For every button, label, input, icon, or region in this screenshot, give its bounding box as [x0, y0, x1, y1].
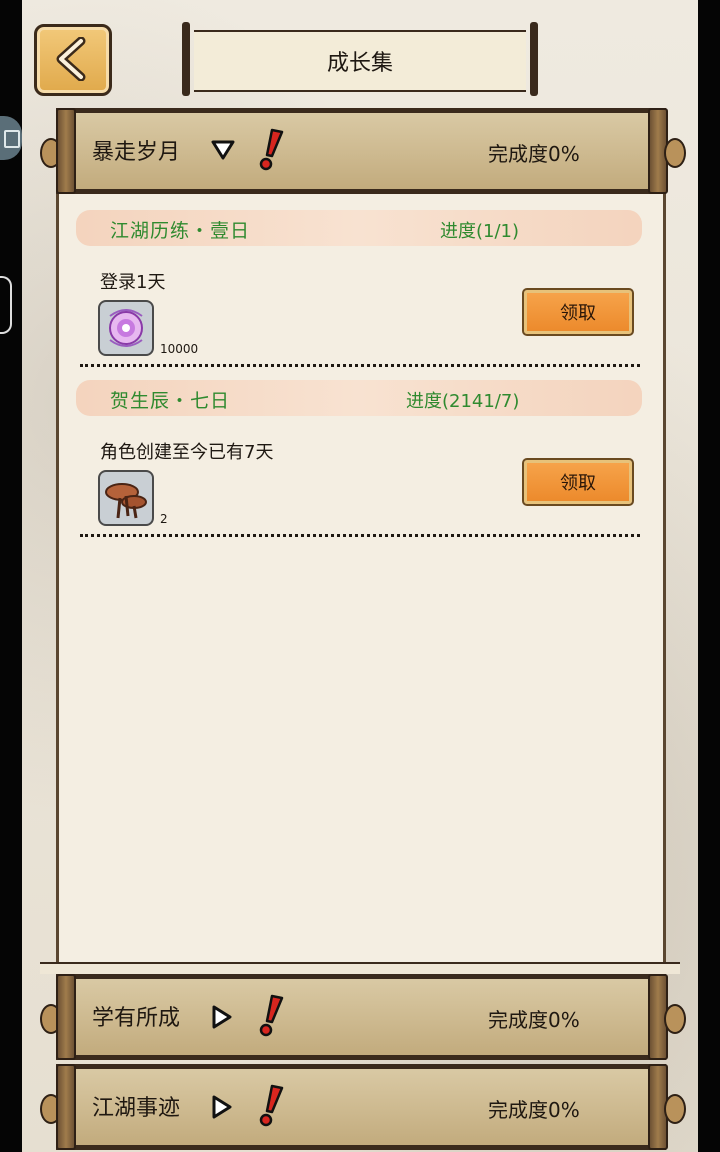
task-progress: 进度(1/1): [440, 221, 520, 242]
scroll-cap-left: [56, 974, 76, 1060]
completion-text: 完成度0%: [488, 142, 580, 166]
right-black-bar: [698, 0, 720, 1152]
category-header-xueyou[interactable]: 学有所成 完成度0%: [38, 974, 686, 1060]
category-name: 学有所成: [92, 1006, 181, 1031]
task-header: 贺生辰・七日 进度(2141/7): [76, 380, 642, 416]
task-header: 江湖历练・壹日 进度(1/1): [76, 210, 642, 246]
completion-text: 完成度0%: [488, 1008, 580, 1032]
scroll-rod-right: [530, 22, 538, 96]
mushroom-icon: [105, 483, 147, 519]
claim-button[interactable]: 领取: [522, 458, 634, 506]
triangle-right-icon[interactable]: [210, 1004, 234, 1030]
scroll-knob-right: [664, 1094, 686, 1124]
scroll-knob-right: [664, 1004, 686, 1034]
dotted-divider: [80, 364, 640, 367]
floating-hex-icon[interactable]: [0, 276, 12, 334]
category-header-baozou[interactable]: 暴走岁月 完成度0%: [38, 108, 686, 194]
category-header-jianghu[interactable]: 江湖事迹 完成度0%: [38, 1064, 686, 1150]
scroll-cap-left: [56, 108, 76, 194]
triangle-down-icon[interactable]: [210, 138, 236, 162]
reward-item-slot[interactable]: [98, 300, 154, 356]
chevron-left-icon: [56, 37, 86, 81]
claim-button[interactable]: 领取: [522, 288, 634, 336]
task-name: 江湖历练・壹日: [110, 220, 251, 242]
page-title: 成长集: [194, 30, 526, 92]
task-progress: 进度(2141/7): [406, 391, 520, 412]
panel-bottom-edge: [40, 962, 680, 974]
exclamation-alert-icon: [259, 1084, 284, 1127]
task-name: 贺生辰・七日: [110, 390, 231, 412]
reward-item-slot[interactable]: [98, 470, 154, 526]
category-name: 暴走岁月: [92, 140, 181, 165]
category-name: 江湖事迹: [92, 1096, 181, 1121]
exclamation-alert-icon: [259, 994, 284, 1037]
triangle-right-icon[interactable]: [210, 1094, 234, 1120]
back-button[interactable]: [34, 24, 112, 96]
left-black-bar: [0, 0, 22, 1152]
scroll-knob-right: [664, 138, 686, 168]
reward-quantity: 2: [160, 512, 168, 526]
dotted-divider: [80, 534, 640, 537]
completion-text: 完成度0%: [488, 1098, 580, 1122]
task-description: 登录1天: [100, 272, 166, 293]
scroll-rod-left: [182, 22, 190, 96]
orb-icon: [109, 309, 143, 347]
reward-quantity: 10000: [160, 342, 199, 356]
page-title-scroll: 成长集: [182, 22, 538, 96]
exclamation-alert-icon: [259, 128, 284, 171]
task-description: 角色创建至今已有7天: [100, 442, 274, 463]
scroll-cap-left: [56, 1064, 76, 1150]
